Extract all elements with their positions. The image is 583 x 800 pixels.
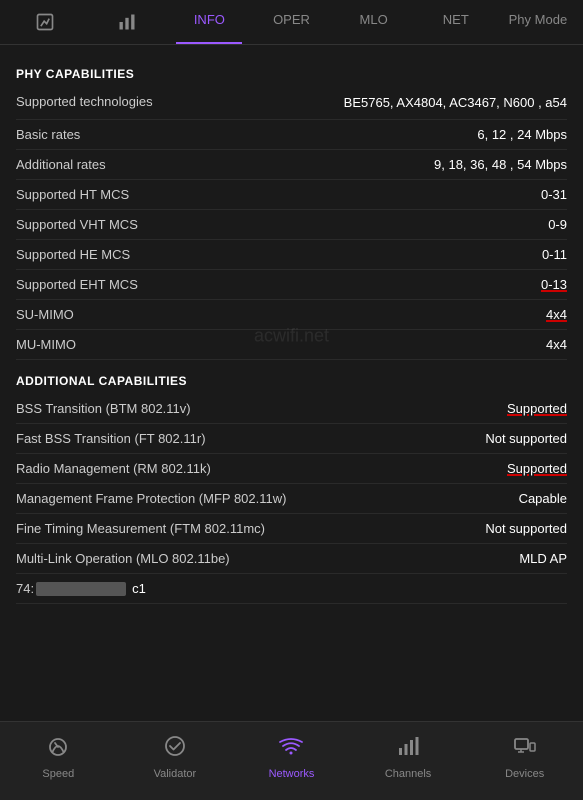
networks-icon xyxy=(279,734,303,764)
tab-graph[interactable] xyxy=(4,0,86,44)
value-basic-rates: 6, 12 , 24 Mbps xyxy=(477,127,567,142)
nav-channels-label: Channels xyxy=(385,768,431,780)
value-radio-mgmt: Supported xyxy=(507,461,567,476)
mac-blur xyxy=(36,582,126,596)
value-supported-technologies: BE5765, AX4804, AC3467, N600 , a54 xyxy=(344,94,567,112)
tab-mlo[interactable]: MLO xyxy=(333,0,415,44)
value-su-mimo: 4x4 xyxy=(546,307,567,322)
row-fast-bss: Fast BSS Transition (FT 802.11r) Not sup… xyxy=(16,424,567,454)
label-fast-bss: Fast BSS Transition (FT 802.11r) xyxy=(16,431,485,446)
tab-oper-label: OPER xyxy=(273,12,310,27)
value-vht-mcs: 0-9 xyxy=(548,217,567,232)
row-vht-mcs: Supported VHT MCS 0-9 xyxy=(16,210,567,240)
row-additional-rates: Additional rates 9, 18, 36, 48 , 54 Mbps xyxy=(16,150,567,180)
row-mfp: Management Frame Protection (MFP 802.11w… xyxy=(16,484,567,514)
label-supported-technologies: Supported technologies xyxy=(16,94,344,109)
value-bss-transition: Supported xyxy=(507,401,567,416)
bottom-nav: Speed Validator Networks xyxy=(0,721,583,800)
nav-networks-label: Networks xyxy=(269,768,315,780)
nav-devices-label: Devices xyxy=(505,768,544,780)
tab-bars[interactable] xyxy=(86,0,168,44)
main-content: acwifi.net PHY CAPABILITIES Supported te… xyxy=(0,45,583,721)
label-su-mimo: SU-MIMO xyxy=(16,307,546,322)
row-ht-mcs: Supported HT MCS 0-31 xyxy=(16,180,567,210)
top-nav: INFO OPER MLO NET Phy Mode xyxy=(0,0,583,45)
value-additional-rates: 9, 18, 36, 48 , 54 Mbps xyxy=(434,157,567,172)
label-he-mcs: Supported HE MCS xyxy=(16,247,542,262)
row-basic-rates: Basic rates 6, 12 , 24 Mbps xyxy=(16,120,567,150)
nav-validator-label: Validator xyxy=(154,768,197,780)
nav-networks[interactable]: Networks xyxy=(233,730,350,784)
tab-info-label: INFO xyxy=(194,12,225,27)
tab-oper[interactable]: OPER xyxy=(250,0,332,44)
validator-icon xyxy=(163,734,187,764)
label-mfp: Management Frame Protection (MFP 802.11w… xyxy=(16,491,519,506)
nav-speed[interactable]: Speed xyxy=(0,730,117,784)
mac-prefix: 74: xyxy=(16,581,34,596)
row-su-mimo: SU-MIMO 4x4 xyxy=(16,300,567,330)
nav-validator[interactable]: Validator xyxy=(117,730,234,784)
value-mfp: Capable xyxy=(519,491,567,506)
nav-channels[interactable]: Channels xyxy=(350,730,467,784)
label-bss-transition: BSS Transition (BTM 802.11v) xyxy=(16,401,507,416)
value-fast-bss: Not supported xyxy=(485,431,567,446)
row-mac: 74: c1 xyxy=(16,574,567,604)
label-ftm: Fine Timing Measurement (FTM 802.11mc) xyxy=(16,521,485,536)
label-mlo: Multi-Link Operation (MLO 802.11be) xyxy=(16,551,519,566)
row-eht-mcs: Supported EHT MCS 0-13 xyxy=(16,270,567,300)
row-he-mcs: Supported HE MCS 0-11 xyxy=(16,240,567,270)
row-mu-mimo: MU-MIMO 4x4 xyxy=(16,330,567,360)
tab-net[interactable]: NET xyxy=(415,0,497,44)
nav-speed-label: Speed xyxy=(42,768,74,780)
label-radio-mgmt: Radio Management (RM 802.11k) xyxy=(16,461,507,476)
phy-capabilities-header: PHY CAPABILITIES xyxy=(16,67,567,81)
tab-mlo-label: MLO xyxy=(360,12,388,27)
value-ftm: Not supported xyxy=(485,521,567,536)
label-eht-mcs: Supported EHT MCS xyxy=(16,277,541,292)
value-ht-mcs: 0-31 xyxy=(541,187,567,202)
row-mlo: Multi-Link Operation (MLO 802.11be) MLD … xyxy=(16,544,567,574)
additional-capabilities-header: ADDITIONAL CAPABILITIES xyxy=(16,374,567,388)
tab-phymode-label: Phy Mode xyxy=(509,12,568,27)
tab-info[interactable]: INFO xyxy=(168,0,250,44)
speed-icon xyxy=(46,734,70,764)
label-basic-rates: Basic rates xyxy=(16,127,477,142)
row-supported-technologies: Supported technologies BE5765, AX4804, A… xyxy=(16,87,567,120)
label-additional-rates: Additional rates xyxy=(16,157,434,172)
value-he-mcs: 0-11 xyxy=(542,247,567,262)
row-ftm: Fine Timing Measurement (FTM 802.11mc) N… xyxy=(16,514,567,544)
devices-icon xyxy=(513,734,537,764)
tab-net-label: NET xyxy=(443,12,469,27)
mac-suffix: c1 xyxy=(132,581,146,596)
row-radio-mgmt: Radio Management (RM 802.11k) Supported xyxy=(16,454,567,484)
row-bss-transition: BSS Transition (BTM 802.11v) Supported xyxy=(16,394,567,424)
content-wrapper: acwifi.net PHY CAPABILITIES Supported te… xyxy=(16,67,567,604)
value-eht-mcs: 0-13 xyxy=(541,277,567,292)
label-vht-mcs: Supported VHT MCS xyxy=(16,217,548,232)
value-mu-mimo: 4x4 xyxy=(546,337,567,352)
value-mlo: MLD AP xyxy=(519,551,567,566)
label-ht-mcs: Supported HT MCS xyxy=(16,187,541,202)
channels-icon xyxy=(396,734,420,764)
tab-phymode[interactable]: Phy Mode xyxy=(497,0,579,44)
label-mu-mimo: MU-MIMO xyxy=(16,337,546,352)
nav-devices[interactable]: Devices xyxy=(466,730,583,784)
